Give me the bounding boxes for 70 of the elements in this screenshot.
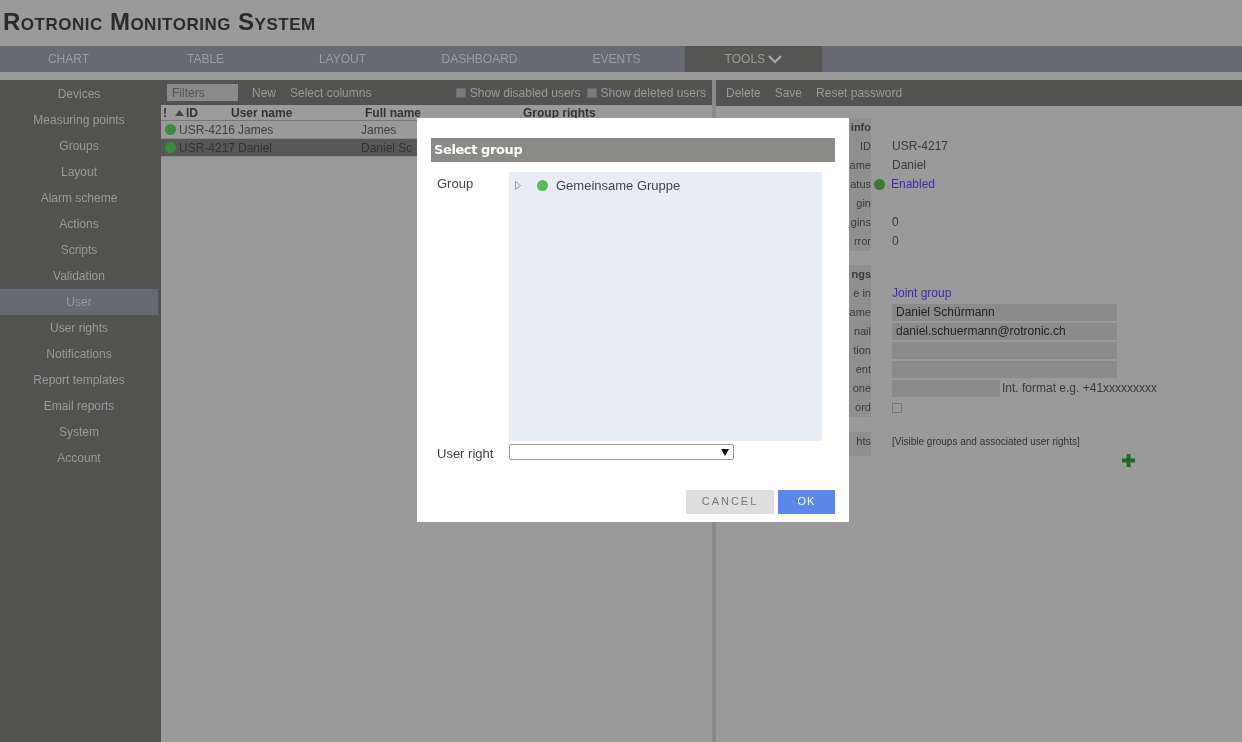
field-label: gin	[856, 197, 871, 209]
field-label: info	[850, 121, 871, 133]
field-value: USR-4217	[892, 138, 949, 155]
sidebar-item[interactable]: Devices	[0, 81, 158, 107]
sidebar-item[interactable]: Layout	[0, 159, 158, 185]
field-value: Daniel	[892, 157, 927, 174]
toolbar-button[interactable]: Delete	[726, 84, 761, 102]
dropdown-arrow-icon	[721, 449, 729, 456]
checkbox-label: Show deleted users	[600, 84, 706, 102]
cancel-button[interactable]: CANCEL	[686, 489, 774, 514]
nav-tab[interactable]: TOOLS	[685, 46, 822, 72]
app-title: Rotronic Monitoring System	[3, 8, 317, 36]
sidebar-item[interactable]: Account	[0, 445, 158, 471]
field-label: ame	[849, 306, 871, 318]
field-value: 0	[892, 214, 899, 231]
field-label: e in	[853, 287, 871, 299]
field-label: Group	[437, 176, 474, 191]
column-header[interactable]: Full name	[365, 105, 421, 121]
field-label: rror	[853, 235, 871, 247]
dialog-title: Select group	[431, 138, 835, 162]
field-label: ent	[855, 363, 871, 375]
field-label: nail	[853, 325, 871, 337]
sort-up-icon[interactable]	[175, 110, 184, 116]
sidebar-item[interactable]: Notifications	[0, 341, 158, 367]
group-link[interactable]: Joint group	[892, 284, 952, 303]
sidebar-item[interactable]: Scripts	[0, 237, 158, 263]
sidebar-item[interactable]: Alarm scheme	[0, 185, 158, 211]
sidebar-item[interactable]: Report templates	[0, 367, 158, 393]
checkbox-label: Show disabled users	[469, 84, 581, 102]
field-label: ngs	[851, 268, 871, 280]
column-header[interactable]: !	[163, 105, 167, 121]
toolbar-button[interactable]: Save	[774, 84, 803, 102]
sidebar-item[interactable]: System	[0, 419, 158, 445]
sidebar-item[interactable]: User rights	[0, 315, 158, 341]
column-header[interactable]: ID	[186, 105, 198, 121]
field-label: ord	[855, 401, 871, 413]
field-label: atus	[850, 178, 871, 190]
status-link[interactable]: Enabled	[891, 175, 936, 194]
field-label: ID	[860, 140, 871, 152]
toolbar-link[interactable]: Select columns	[290, 83, 372, 102]
text-field[interactable]: daniel.schuermann@rotronic.ch	[892, 323, 1117, 340]
table-cell: James	[238, 122, 274, 137]
sidebar-item[interactable]: Validation	[0, 263, 158, 289]
table-cell: James	[361, 122, 397, 137]
checkbox[interactable]	[586, 87, 597, 98]
field-label: gins	[850, 216, 871, 228]
field-value: 0	[892, 233, 899, 250]
field-label: tion	[853, 344, 871, 356]
field-label: User right	[437, 446, 494, 461]
checkbox[interactable]	[892, 402, 902, 413]
hint-text: Int. format e.g. +41xxxxxxxxx	[1002, 380, 1158, 397]
sidebar-item[interactable]: Groups	[0, 133, 158, 159]
field-label: one	[852, 382, 871, 394]
ok-button[interactable]: OK	[778, 489, 835, 514]
select-field[interactable]	[509, 444, 734, 460]
add-icon[interactable]	[1122, 454, 1135, 467]
field-label: hts	[856, 435, 871, 447]
checkbox[interactable]	[455, 87, 466, 98]
tree-item[interactable]: Gemeinsame Gruppe	[515, 176, 816, 196]
toolbar-button[interactable]: Reset password	[816, 84, 903, 102]
text-field[interactable]: Daniel Schürmann	[892, 304, 1117, 321]
field-label: ame	[849, 159, 871, 171]
sidebar-item[interactable]: Email reports	[0, 393, 158, 419]
table-cell: USR-4216	[179, 122, 236, 137]
sidebar-item[interactable]: Measuring points	[0, 107, 158, 133]
caret-right-icon[interactable]	[515, 181, 521, 191]
column-header[interactable]: User name	[231, 105, 293, 121]
toolbar-link[interactable]: New	[252, 83, 276, 102]
sidebar-item[interactable]: Actions	[0, 211, 158, 237]
rights-note: [Visible groups and associated user rights]	[892, 435, 1081, 449]
